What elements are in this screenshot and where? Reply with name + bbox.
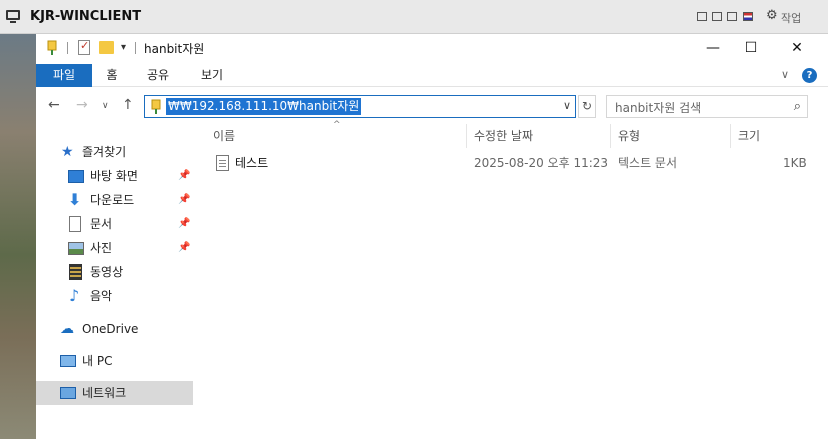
view-option-icon[interactable] (697, 12, 707, 21)
tab-home[interactable]: 홈 (100, 64, 124, 87)
sidebar-item-network[interactable]: 네트워크 (36, 381, 193, 405)
ribbon-tabs: 파일 홈 공유 보기 ∨ ? (36, 64, 828, 87)
column-header-name[interactable]: 이름 (207, 124, 467, 148)
maximize-button[interactable]: ☐ (728, 34, 774, 62)
sidebar-item-label: 동영상 (90, 265, 124, 279)
sidebar-item-downloads[interactable]: ⬇ 다운로드 📌 (36, 188, 193, 212)
download-icon: ⬇ (68, 190, 82, 209)
sidebar-item-label: 바탕 화면 (90, 169, 138, 183)
video-icon (69, 264, 82, 280)
pinned-icon[interactable]: 📌 (178, 164, 190, 188)
sidebar-item-desktop[interactable]: 바탕 화면 📌 (36, 164, 193, 188)
pinned-icon[interactable]: 📌 (178, 188, 190, 212)
sidebar-item-this-pc[interactable]: 내 PC (36, 349, 193, 373)
keyboard-flag-icon[interactable] (743, 12, 753, 21)
window-titlebar: ▾ hanbit자원 — ☐ ✕ (36, 34, 828, 62)
document-icon (69, 216, 81, 232)
search-placeholder: hanbit자원 검색 (615, 101, 702, 115)
pin-icon[interactable] (46, 40, 58, 56)
remote-session-titlebar: KJR-WINCLIENT ⚙ 작업 (0, 0, 828, 34)
column-header-modified[interactable]: 수정한 날짜 (468, 124, 611, 148)
sidebar-item-videos[interactable]: 동영상 (36, 260, 193, 284)
up-button[interactable]: ↑ (122, 97, 134, 113)
search-icon[interactable]: ⌕ (794, 99, 801, 114)
forward-button[interactable]: → (76, 97, 88, 113)
separator (67, 42, 68, 54)
separator (135, 42, 136, 54)
column-header-type[interactable]: 유형 (612, 124, 731, 148)
sidebar-item-label: 문서 (90, 217, 113, 231)
chevron-down-icon[interactable]: ∨ (563, 99, 571, 112)
tab-file[interactable]: 파일 (36, 64, 92, 87)
sidebar-item-onedrive[interactable]: ☁ OneDrive (36, 317, 193, 341)
star-icon: ★ (61, 144, 74, 160)
new-folder-icon[interactable] (99, 41, 114, 54)
sidebar-item-quick-access[interactable]: ★ 즐겨찾기 (36, 140, 193, 164)
view-option-icon[interactable] (712, 12, 722, 21)
file-size: 1KB (783, 156, 807, 170)
desktop-background (0, 30, 36, 439)
sidebar-item-label: 다운로드 (90, 193, 135, 207)
navigation-bar: ← → ∨ ↑ ₩₩192.168.111.10₩hanbit자원 ∨ ↻ ha… (36, 92, 828, 122)
sidebar-item-pictures[interactable]: 사진 📌 (36, 236, 193, 260)
pinned-icon[interactable]: 📌 (178, 212, 190, 236)
address-path[interactable]: ₩₩192.168.111.10₩hanbit자원 (166, 98, 362, 115)
pictures-icon (68, 242, 84, 255)
monitor-icon (6, 10, 20, 23)
search-box[interactable]: hanbit자원 검색 ⌕ (606, 95, 808, 118)
text-file-icon (216, 155, 229, 171)
pinned-icon[interactable]: 📌 (178, 236, 190, 260)
music-icon: ♪ (69, 286, 80, 305)
view-option-icon[interactable] (727, 12, 737, 21)
sidebar-item-music[interactable]: ♪ 음악 (36, 284, 193, 308)
column-header-size[interactable]: 크기 (732, 124, 812, 148)
sidebar-item-label: 사진 (90, 241, 113, 255)
file-explorer-window: ▾ hanbit자원 — ☐ ✕ 파일 홈 공유 보기 ∨ ? ← → ∨ ↑ … (36, 34, 828, 439)
remote-session-title: KJR-WINCLIENT (30, 9, 142, 24)
expand-ribbon-icon[interactable]: ∨ (781, 68, 789, 81)
window-title: hanbit자원 (144, 42, 205, 56)
close-button[interactable]: ✕ (774, 34, 820, 62)
properties-icon[interactable] (78, 39, 90, 55)
tab-share[interactable]: 공유 (141, 64, 175, 87)
sidebar-item-label: OneDrive (82, 322, 139, 336)
remote-menu-label[interactable]: 작업 (781, 10, 801, 26)
file-type: 텍스트 문서 (618, 156, 678, 170)
network-icon (60, 387, 76, 399)
sidebar-item-label: 음악 (90, 289, 113, 303)
refresh-button[interactable]: ↻ (578, 95, 596, 118)
network-location-icon (151, 99, 161, 114)
file-modified: 2025-08-20 오후 11:23 (474, 156, 609, 170)
computer-icon (60, 355, 76, 367)
sidebar-item-label: 내 PC (82, 354, 113, 368)
navigation-pane: ★ 즐겨찾기 바탕 화면 📌 ⬇ 다운로드 📌 문서 📌 사진 📌 동영상 ♪ … (36, 124, 193, 439)
gear-icon[interactable]: ⚙ (766, 8, 778, 23)
table-row[interactable]: 테스트 2025-08-20 오후 11:23 텍스트 문서 1KB (193, 152, 828, 174)
file-name: 테스트 (235, 156, 269, 170)
cloud-icon: ☁ (60, 321, 74, 337)
sidebar-item-label: 즐겨찾기 (82, 145, 127, 159)
sidebar-item-label: 네트워크 (82, 386, 127, 400)
customize-toolbar-icon[interactable]: ▾ (121, 42, 126, 53)
help-icon[interactable]: ? (802, 68, 817, 83)
tab-view[interactable]: 보기 (195, 64, 229, 87)
desktop-icon (68, 170, 84, 183)
address-bar[interactable]: ₩₩192.168.111.10₩hanbit자원 ∨ (144, 95, 576, 118)
sidebar-item-documents[interactable]: 문서 📌 (36, 212, 193, 236)
recent-locations-button[interactable]: ∨ (102, 101, 109, 111)
file-list: ^ 이름 수정한 날짜 유형 크기 테스트 2025-08-20 오후 11:2… (193, 120, 828, 439)
back-button[interactable]: ← (48, 97, 60, 113)
